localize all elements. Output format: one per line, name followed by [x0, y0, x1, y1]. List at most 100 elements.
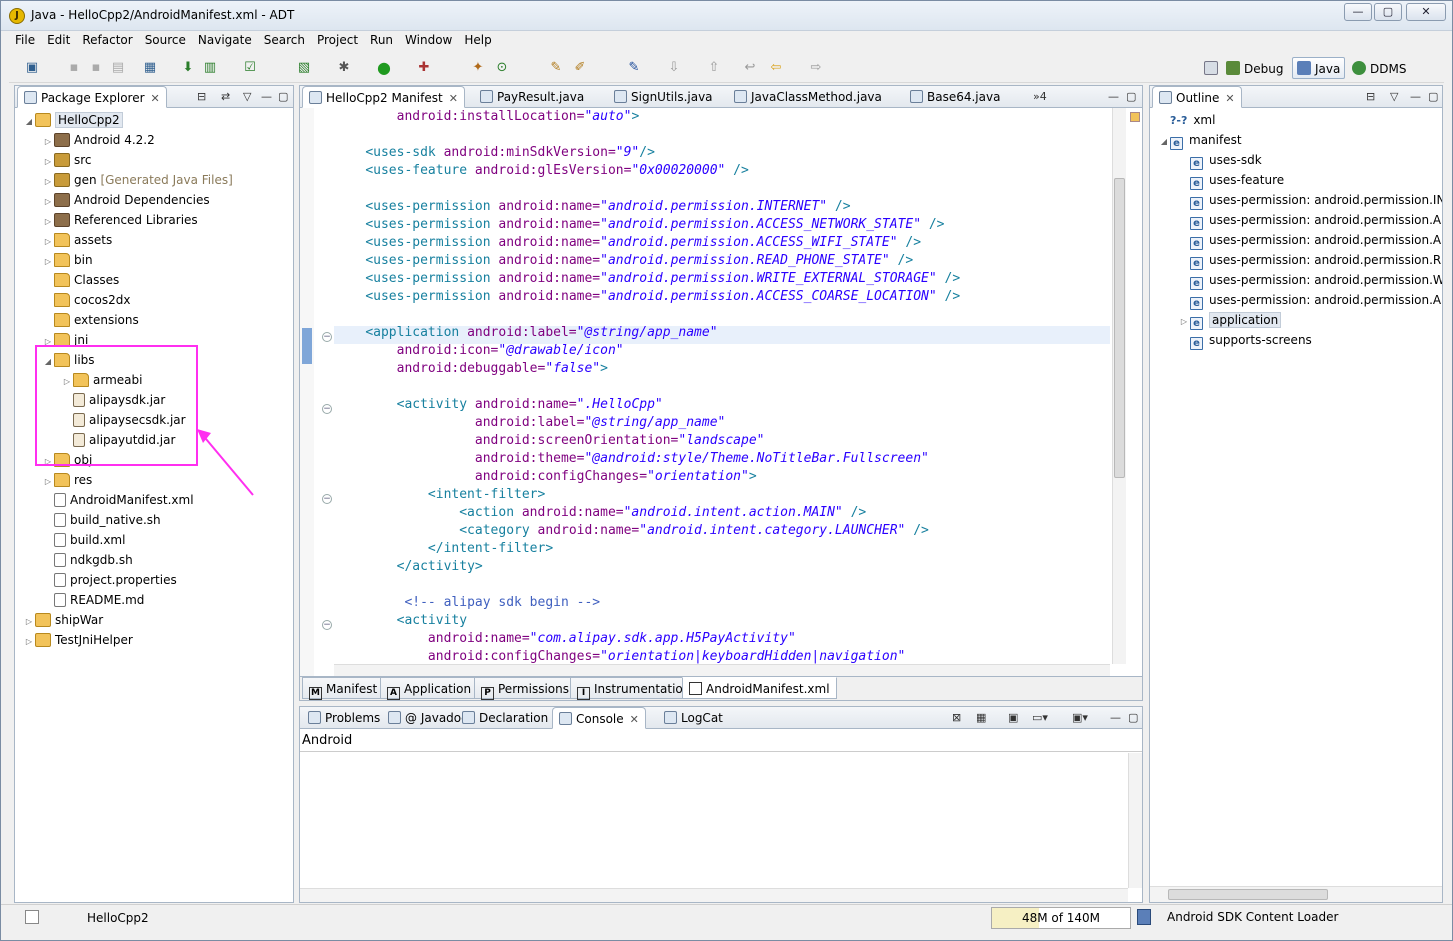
collapsed-arrow-icon[interactable]: ▷ — [42, 472, 54, 492]
tree-item[interactable]: ndkgdb.sh — [42, 550, 133, 570]
save-icon[interactable]: ▪ — [65, 59, 83, 77]
debug-icon[interactable]: ✱ — [335, 59, 353, 77]
avd-manager-icon[interactable]: ▥ — [201, 59, 219, 77]
manifest-page-tab[interactable]: I Instrumentation — [570, 677, 698, 700]
console-tab[interactable]: Declaration — [456, 707, 554, 729]
previous-annotation-icon[interactable]: ⇧ — [705, 59, 723, 77]
open-type-icon[interactable]: ✎ — [547, 59, 565, 77]
menu-help[interactable]: Help — [458, 32, 497, 48]
collapsed-arrow-icon[interactable]: ▷ — [1178, 312, 1190, 332]
save-all-icon[interactable]: ▪ — [87, 59, 105, 77]
outline-item[interactable]: ?-? xml — [1158, 110, 1215, 130]
lint-check-icon[interactable]: ☑ — [241, 59, 259, 77]
collapsed-arrow-icon[interactable]: ▷ — [42, 192, 54, 212]
manifest-page-tab[interactable]: A Application — [380, 677, 479, 700]
editor-minimize-icon[interactable]: — — [1108, 90, 1119, 103]
tree-item[interactable]: build.xml — [42, 530, 125, 550]
tree-item[interactable]: ▷ assets — [42, 230, 112, 250]
perspective-java-button[interactable]: Java — [1292, 57, 1346, 79]
menu-search[interactable]: Search — [258, 32, 311, 48]
warning-overview-icon[interactable] — [1130, 112, 1140, 122]
editor-maximize-icon[interactable]: ▢ — [1126, 90, 1136, 103]
outline-item[interactable]: e uses-permission: android.permission.IN — [1178, 190, 1442, 210]
outline-tab[interactable]: Outline ✕ — [1152, 86, 1242, 108]
garbage-collect-icon[interactable] — [1137, 909, 1151, 925]
tree-item[interactable]: ▷ Android Dependencies — [42, 190, 210, 210]
new-java-package-icon[interactable]: ✦ — [469, 59, 487, 77]
new-class-icon[interactable]: ⊙ — [493, 59, 511, 77]
outline-item[interactable]: e supports-screens — [1178, 330, 1312, 350]
tree-item[interactable]: README.md — [42, 590, 144, 610]
console-tab[interactable]: Problems — [302, 707, 386, 729]
open-console-icon[interactable]: ▣▾ — [1072, 711, 1088, 724]
collapsed-arrow-icon[interactable]: ▷ — [42, 172, 54, 192]
close-icon[interactable]: ✕ — [151, 92, 160, 105]
outline-item[interactable]: e uses-permission: android.permission.W — [1178, 270, 1442, 290]
scroll-thumb[interactable] — [1168, 889, 1328, 900]
fold-toggle-icon[interactable]: − — [322, 494, 332, 504]
scroll-thumb[interactable] — [1114, 178, 1125, 478]
tree-item[interactable]: ▷ shipWar — [23, 610, 103, 630]
expanded-arrow-icon[interactable]: ◢ — [1158, 132, 1170, 152]
perspective-ddms-button[interactable]: DDMS — [1347, 57, 1411, 79]
tree-item[interactable]: ▷ gen [Generated Java Files] — [42, 170, 233, 190]
print-icon[interactable]: ▤ — [109, 59, 127, 77]
collapse-all-icon[interactable]: ⊟ — [197, 90, 206, 103]
console-maximize-icon[interactable]: ▢ — [1128, 711, 1138, 724]
console-tab[interactable]: Console ✕ — [552, 707, 646, 729]
clear-console-icon[interactable]: ⊠ — [952, 711, 961, 724]
tree-item[interactable]: ▷ TestJniHelper — [23, 630, 133, 650]
collapsed-arrow-icon[interactable]: ▷ — [42, 212, 54, 232]
console-horizontal-scrollbar[interactable] — [300, 888, 1128, 902]
toggle-mark-icon[interactable]: ✎ — [625, 59, 643, 77]
tree-item[interactable]: project.properties — [42, 570, 177, 590]
display-console-icon[interactable]: ▭▾ — [1032, 711, 1048, 724]
outline-item[interactable]: e uses-permission: android.permission.A — [1178, 290, 1441, 310]
forward-icon[interactable]: ⇨ — [807, 59, 825, 77]
menu-window[interactable]: Window — [399, 32, 458, 48]
collapsed-arrow-icon[interactable]: ▷ — [42, 252, 54, 272]
close-button[interactable]: ✕ — [1406, 3, 1446, 21]
editor-tab[interactable]: HelloCpp2 Manifest ✕ — [302, 86, 465, 108]
tree-item[interactable]: ◢ HelloCpp2 — [23, 110, 123, 130]
menu-edit[interactable]: Edit — [41, 32, 76, 48]
outline-horizontal-scrollbar[interactable] — [1150, 886, 1442, 902]
close-icon[interactable]: ✕ — [449, 92, 458, 105]
outline-item[interactable]: ◢ e manifest — [1158, 130, 1242, 150]
new-icon[interactable]: ▣ — [23, 59, 41, 77]
menu-file[interactable]: File — [9, 32, 41, 48]
tree-item[interactable]: AndroidManifest.xml — [42, 490, 194, 510]
tree-item[interactable]: extensions — [42, 310, 139, 330]
tree-item[interactable]: ▷ src — [42, 150, 92, 170]
scroll-lock-icon[interactable]: ▦ — [976, 711, 986, 724]
view-menu-icon[interactable]: ▽ — [243, 90, 251, 103]
expanded-arrow-icon[interactable]: ◢ — [23, 112, 35, 132]
tree-item[interactable]: cocos2dx — [42, 290, 130, 310]
collapsed-arrow-icon[interactable]: ▷ — [42, 132, 54, 152]
menu-run[interactable]: Run — [364, 32, 399, 48]
tree-item[interactable]: ▷ res — [42, 470, 92, 490]
fast-view-icon[interactable] — [25, 910, 39, 924]
menu-navigate[interactable]: Navigate — [192, 32, 258, 48]
menu-refactor[interactable]: Refactor — [76, 32, 138, 48]
fold-toggle-icon[interactable]: − — [322, 620, 332, 630]
fold-toggle-icon[interactable]: − — [322, 332, 332, 342]
collapse-all-icon[interactable]: ⊟ — [1366, 90, 1375, 103]
minimize-view-icon[interactable]: — — [1410, 90, 1421, 103]
fold-toggle-icon[interactable]: − — [322, 404, 332, 414]
editor-tab[interactable]: PayResult.java — [474, 86, 590, 108]
editor-tab[interactable]: JavaClassMethod.java — [728, 86, 888, 108]
outline-item[interactable]: ▷ e application — [1178, 310, 1282, 332]
manifest-page-tab[interactable]: P Permissions — [474, 677, 576, 700]
maximize-view-icon[interactable]: ▢ — [1428, 90, 1438, 103]
view-menu-icon[interactable]: ▽ — [1390, 90, 1398, 103]
minimize-button[interactable]: — — [1344, 3, 1372, 21]
run-icon[interactable]: ● — [375, 59, 393, 77]
external-tools-icon[interactable]: ✚ — [415, 59, 433, 77]
next-annotation-icon[interactable]: ⇩ — [665, 59, 683, 77]
outline-item[interactable]: e uses-permission: android.permission.A — [1178, 210, 1441, 230]
collapsed-arrow-icon[interactable]: ▷ — [23, 612, 35, 632]
maximize-button[interactable]: ▢ — [1374, 3, 1402, 21]
xml-source-editor[interactable]: android:installLocation="auto"> <uses-sd… — [334, 108, 1110, 676]
console-minimize-icon[interactable]: — — [1110, 711, 1121, 724]
